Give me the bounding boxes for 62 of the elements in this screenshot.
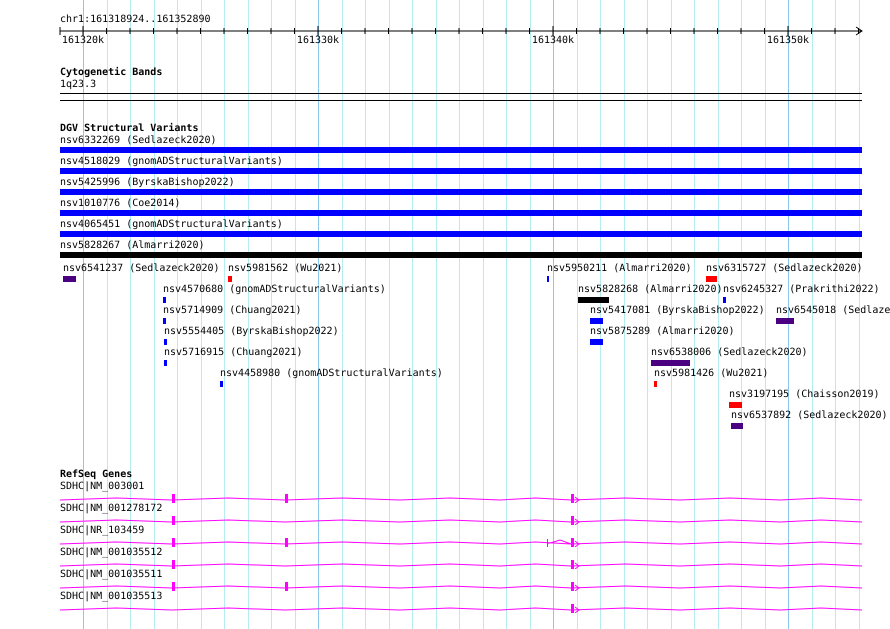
variant-label: nsv6245327 (Prakrithi2022)	[723, 284, 880, 296]
band-label: 1q23.3	[60, 79, 96, 91]
variant-bar[interactable]	[164, 360, 167, 366]
variant-label: nsv4458980 (gnomADStructuralVariants)	[220, 368, 443, 380]
variant-bar[interactable]	[590, 339, 603, 345]
variant-label: nsv6541237 (Sedlazeck2020)	[63, 263, 220, 275]
track-title: Cytogenetic Bands	[60, 67, 162, 79]
variant-bar[interactable]	[60, 231, 862, 237]
gene-label: SDHC|NM_001035511	[60, 569, 162, 581]
variant-label: nsv6537892 (Sedlazeck2020)	[731, 410, 888, 422]
variant-label: nsv4065451 (gnomADStructuralVariants)	[60, 219, 283, 231]
variant-label: nsv5981426 (Wu2021)	[654, 368, 768, 380]
track-title: DGV Structural Variants	[60, 123, 198, 135]
variant-bar[interactable]	[60, 210, 862, 216]
variant-label: nsv5425996 (ByrskaBishop2022)	[60, 177, 235, 189]
variant-label: nsv5950211 (Almarri2020)	[547, 263, 692, 275]
location-label: chr1:161318924..161352890	[60, 14, 211, 26]
variant-bar[interactable]	[729, 402, 742, 408]
variant-bar[interactable]	[220, 381, 223, 387]
variant-bar[interactable]	[723, 297, 726, 303]
variant-bar[interactable]	[164, 339, 167, 345]
variant-bar[interactable]	[776, 318, 794, 324]
gene-label: SDHC|NR_103459	[60, 525, 144, 537]
variant-bar[interactable]	[60, 147, 862, 153]
variant-label: nsv5554405 (ByrskaBishop2022)	[164, 326, 339, 338]
variant-label: nsv6315727 (Sedlazeck2020)	[706, 263, 863, 275]
variant-bar[interactable]	[60, 168, 862, 174]
variant-bar[interactable]	[654, 381, 657, 387]
variant-label: nsv5875289 (Almarri2020)	[590, 326, 734, 338]
gene-label: SDHC|NM_001035512	[60, 547, 162, 559]
variant-bar[interactable]	[731, 423, 743, 429]
variant-bar[interactable]	[63, 276, 76, 282]
tick-label: 161320k	[62, 35, 104, 47]
tick-label: 161330k	[296, 35, 340, 47]
gene-label: SDHC|NM_003001	[60, 481, 144, 493]
tick-label: 161340k	[532, 35, 574, 47]
variant-label: nsv6538006 (Sedlazeck2020)	[651, 347, 808, 359]
gene-label: SDHC|NM_001278172	[60, 503, 162, 515]
variant-label: nsv5417081 (ByrskaBishop2022)	[590, 305, 765, 317]
variant-label: nsv4518029 (gnomADStructuralVariants)	[60, 156, 283, 168]
variant-label: nsv5828268 (Almarri2020)	[578, 284, 722, 296]
variant-label: nsv5828267 (Almarri2020)	[60, 240, 204, 252]
variant-label: nsv5716915 (Chuang2021)	[164, 347, 302, 359]
variant-bar[interactable]	[651, 360, 690, 366]
tick-label: 161350k	[766, 35, 810, 47]
variant-label: nsv3197195 (Chaisson2019)	[729, 389, 880, 401]
variant-bar[interactable]	[60, 189, 862, 195]
variant-bar[interactable]	[228, 276, 232, 282]
variant-label: nsv5714909 (Chuang2021)	[163, 305, 302, 317]
variant-bar[interactable]	[163, 318, 166, 324]
variant-bar[interactable]	[60, 252, 862, 258]
variant-label: nsv6332269 (Sedlazeck2020)	[60, 135, 217, 147]
gene-label: SDHC|NM_001035513	[60, 591, 162, 603]
variant-bar[interactable]	[578, 297, 609, 303]
variant-bar[interactable]	[590, 318, 603, 324]
track-title: RefSeq Genes	[60, 469, 132, 481]
variant-bar[interactable]	[163, 297, 166, 303]
variant-label: nsv6545018 (Sedlaze	[776, 305, 890, 317]
variant-label: nsv5981562 (Wu2021)	[228, 263, 342, 275]
variant-bar[interactable]	[706, 276, 717, 282]
variant-label: nsv1010776 (Coe2014)	[60, 198, 180, 210]
variant-label: nsv4570680 (gnomADStructuralVariants)	[163, 284, 386, 296]
